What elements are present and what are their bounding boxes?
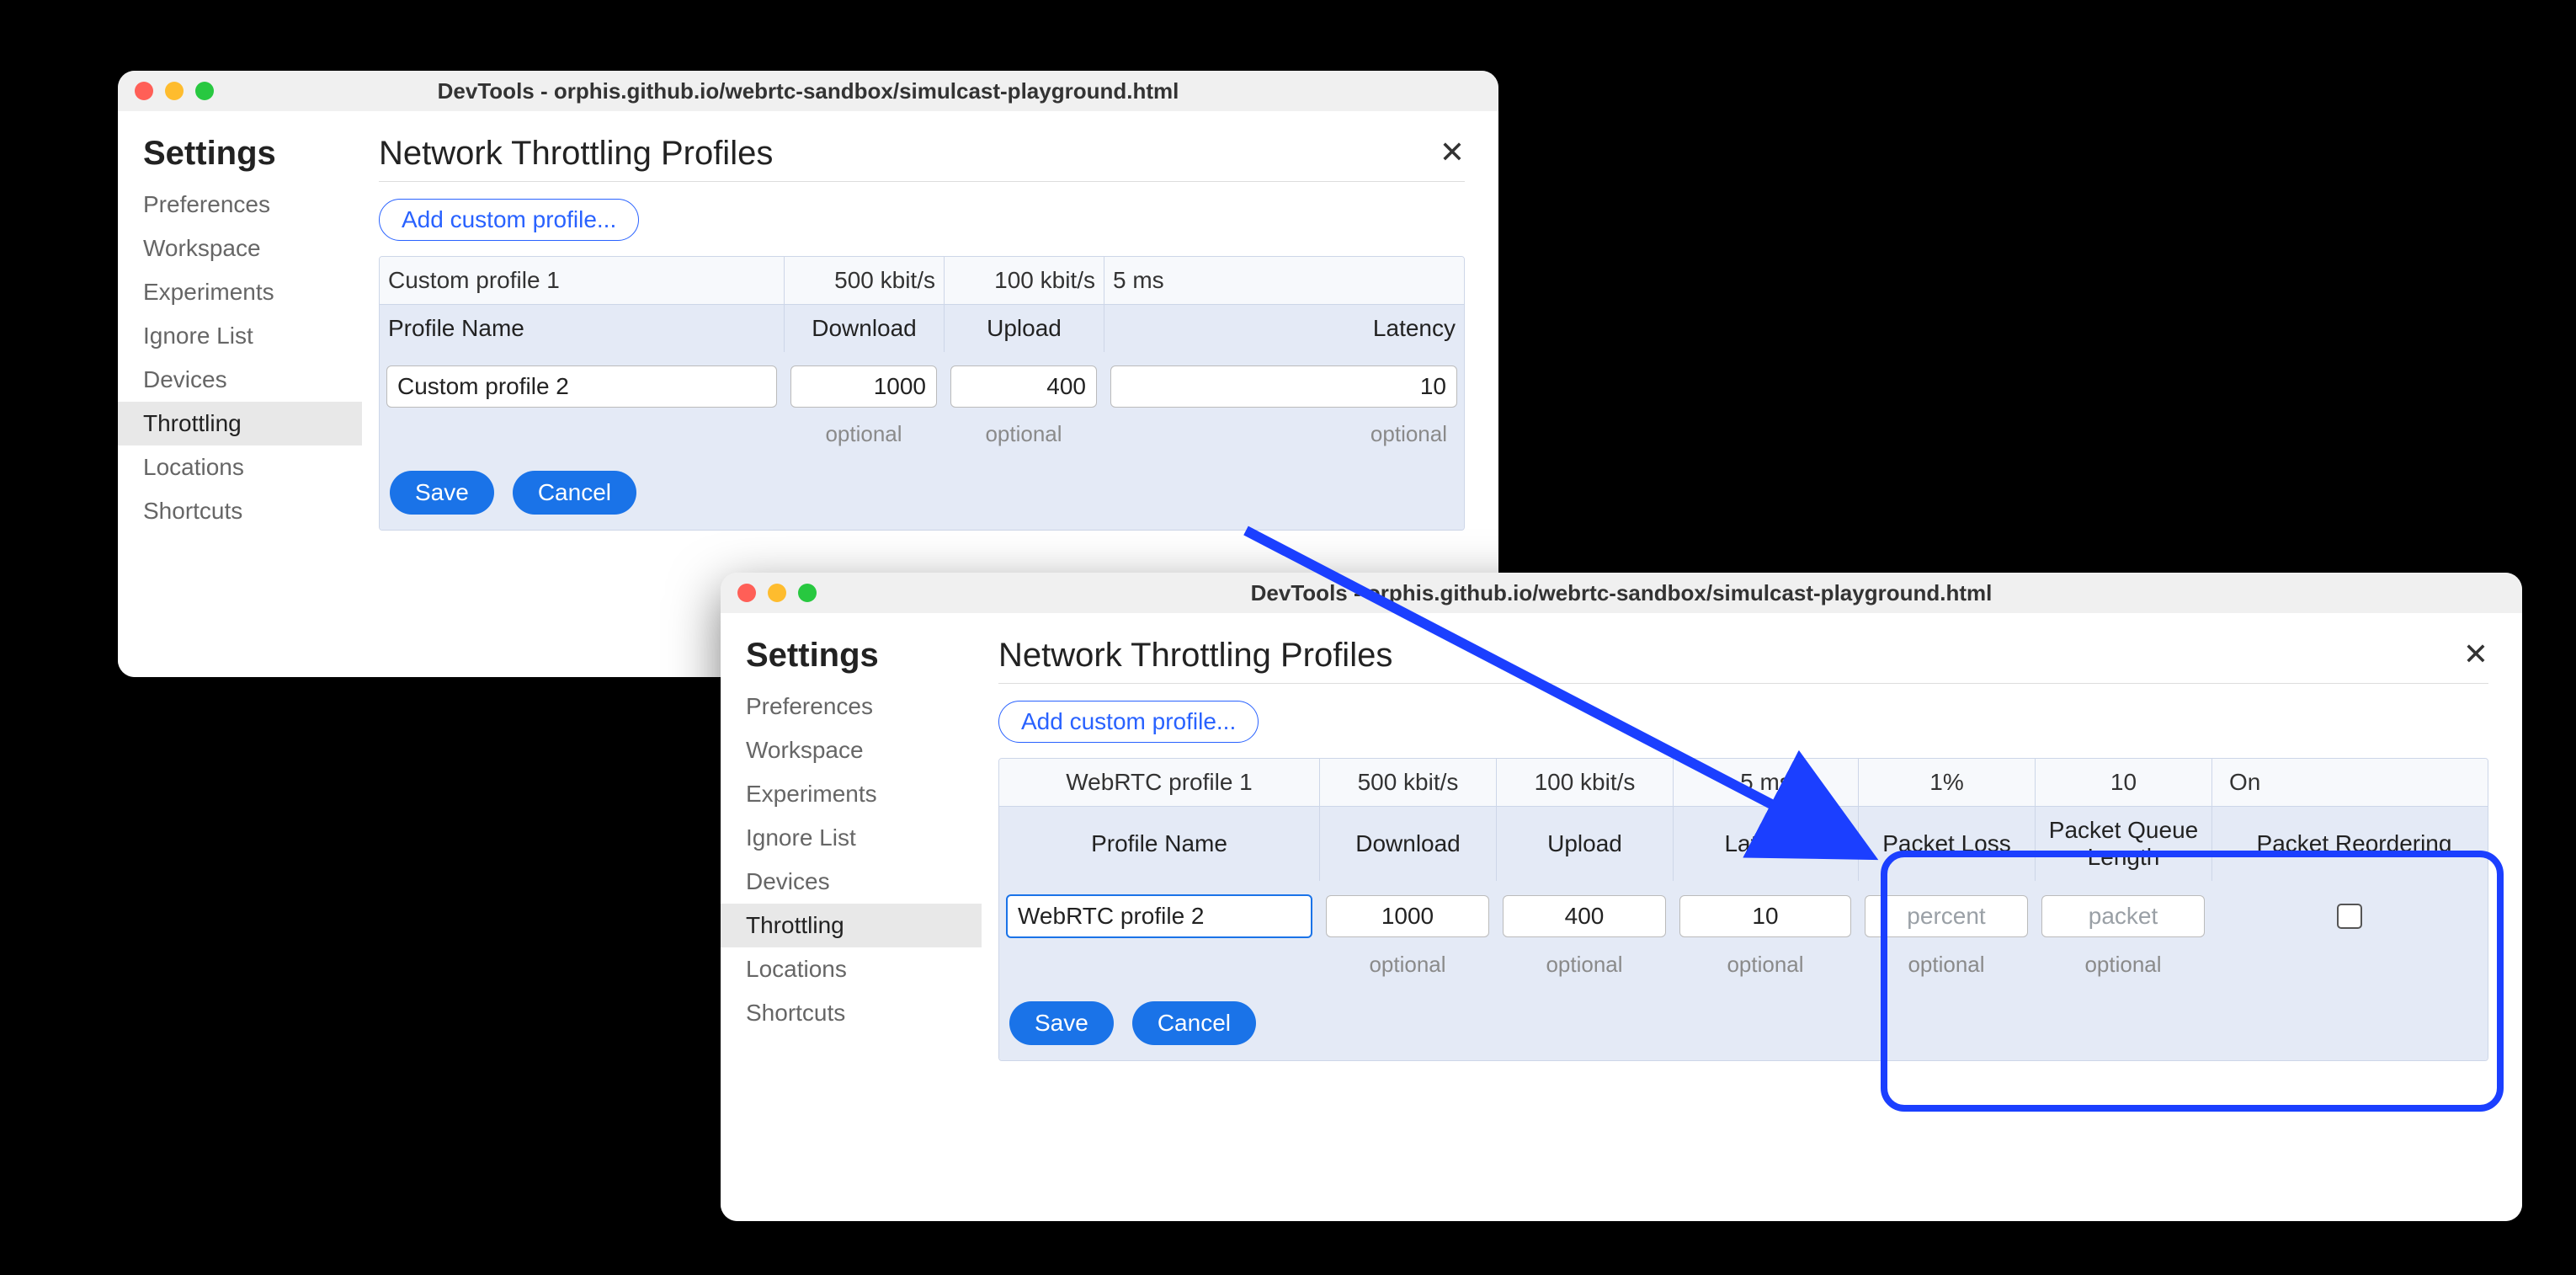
col-profile-name: Profile Name [380, 305, 784, 352]
page-title: Network Throttling Profiles [379, 135, 1465, 182]
save-button[interactable]: Save [1009, 1001, 1114, 1045]
sidebar-item-locations[interactable]: Locations [721, 947, 982, 991]
sidebar-item-shortcuts[interactable]: Shortcuts [118, 489, 362, 533]
sidebar-item-ignore-list[interactable]: Ignore List [721, 816, 982, 860]
settings-sidebar: Settings Preferences Workspace Experimen… [118, 111, 362, 677]
sidebar-item-preferences[interactable]: Preferences [721, 685, 982, 728]
sidebar-item-locations[interactable]: Locations [118, 445, 362, 489]
sidebar-item-ignore-list[interactable]: Ignore List [118, 314, 362, 358]
col-packet-reordering: Packet Reordering [2211, 807, 2488, 881]
profiles-table: Custom profile 1 500 kbit/s 100 kbit/s 5… [379, 256, 1465, 531]
devtools-window-after: DevTools - orphis.github.io/webrtc-sandb… [721, 573, 2522, 1221]
edit-actions: Save Cancel [999, 990, 2488, 1060]
profiles-table: WebRTC profile 1 500 kbit/s 100 kbit/s 5… [998, 758, 2488, 1061]
sidebar-item-workspace[interactable]: Workspace [118, 227, 362, 270]
cell-latency: 5 ms [1673, 759, 1858, 806]
latency-input[interactable] [1110, 365, 1457, 408]
hint-optional: optional [784, 418, 944, 459]
packet-reordering-checkbox[interactable] [2337, 904, 2362, 929]
cell-packet-reordering: On [2211, 759, 2488, 806]
cancel-button[interactable]: Cancel [1132, 1001, 1256, 1045]
col-upload: Upload [1496, 807, 1673, 881]
titlebar: DevTools - orphis.github.io/webrtc-sandb… [118, 71, 1498, 111]
sidebar-item-experiments[interactable]: Experiments [721, 772, 982, 816]
cancel-button[interactable]: Cancel [513, 471, 636, 515]
sidebar-item-shortcuts[interactable]: Shortcuts [721, 991, 982, 1035]
window-title: DevTools - orphis.github.io/webrtc-sandb… [721, 580, 2522, 606]
col-latency: Latency [1673, 807, 1858, 881]
download-input[interactable] [790, 365, 937, 408]
col-upload: Upload [944, 305, 1104, 352]
sidebar-item-preferences[interactable]: Preferences [118, 183, 362, 227]
settings-heading: Settings [721, 637, 982, 685]
cell-profile-name: Custom profile 1 [380, 257, 784, 304]
hint-optional: optional [1858, 948, 2035, 990]
table-header-row: Profile Name Download Upload Latency [380, 305, 1464, 352]
col-packet-loss: Packet Loss [1858, 807, 2035, 881]
sidebar-item-throttling[interactable]: Throttling [721, 904, 982, 947]
cell-packet-queue-length: 10 [2035, 759, 2211, 806]
latency-input[interactable] [1679, 895, 1851, 937]
cell-packet-loss: 1% [1858, 759, 2035, 806]
sidebar-item-devices[interactable]: Devices [721, 860, 982, 904]
cell-profile-name: WebRTC profile 1 [999, 759, 1319, 806]
cell-upload: 100 kbit/s [1496, 759, 1673, 806]
add-custom-profile-button[interactable]: Add custom profile... [998, 701, 1259, 743]
table-row[interactable]: WebRTC profile 1 500 kbit/s 100 kbit/s 5… [999, 759, 2488, 807]
profile-name-input[interactable] [386, 365, 777, 408]
packet-queue-input[interactable] [2041, 895, 2205, 937]
table-row[interactable]: Custom profile 1 500 kbit/s 100 kbit/s 5… [380, 257, 1464, 305]
col-profile-name: Profile Name [999, 807, 1319, 881]
upload-input[interactable] [950, 365, 1097, 408]
hint-optional: optional [1496, 948, 1673, 990]
upload-input[interactable] [1503, 895, 1666, 937]
sidebar-item-workspace[interactable]: Workspace [721, 728, 982, 772]
cell-latency: 5 ms [1104, 257, 1464, 304]
sidebar-item-experiments[interactable]: Experiments [118, 270, 362, 314]
page-title: Network Throttling Profiles [998, 637, 2488, 684]
add-custom-profile-button[interactable]: Add custom profile... [379, 199, 639, 241]
col-download: Download [784, 305, 944, 352]
col-latency: Latency [1104, 305, 1464, 352]
cell-download: 500 kbit/s [784, 257, 944, 304]
edit-actions: Save Cancel [380, 459, 1464, 530]
table-hints-row: optional optional optional optional opti… [999, 948, 2488, 990]
table-hints-row: optional optional optional [380, 418, 1464, 459]
save-button[interactable]: Save [390, 471, 494, 515]
settings-heading: Settings [118, 135, 362, 183]
col-download: Download [1319, 807, 1496, 881]
close-icon[interactable]: ✕ [1440, 135, 1465, 170]
sidebar-item-throttling[interactable]: Throttling [118, 402, 362, 445]
settings-sidebar: Settings Preferences Workspace Experimen… [721, 613, 982, 1221]
window-title: DevTools - orphis.github.io/webrtc-sandb… [118, 78, 1498, 104]
profile-name-input[interactable] [1006, 894, 1312, 938]
sidebar-item-devices[interactable]: Devices [118, 358, 362, 402]
cell-upload: 100 kbit/s [944, 257, 1104, 304]
hint-optional: optional [1673, 948, 1858, 990]
cell-download: 500 kbit/s [1319, 759, 1496, 806]
table-header-row: Profile Name Download Upload Latency Pac… [999, 807, 2488, 881]
close-icon[interactable]: ✕ [2463, 637, 2488, 672]
hint-optional: optional [1104, 418, 1464, 459]
packet-loss-input[interactable] [1865, 895, 2028, 937]
table-edit-row [380, 352, 1464, 418]
download-input[interactable] [1326, 895, 1489, 937]
hint-optional: optional [2035, 948, 2211, 990]
hint-optional: optional [944, 418, 1104, 459]
main-panel: ✕ Network Throttling Profiles Add custom… [982, 613, 2522, 1221]
col-packet-queue-length: Packet Queue Length [2035, 807, 2211, 881]
titlebar: DevTools - orphis.github.io/webrtc-sandb… [721, 573, 2522, 613]
table-edit-row [999, 881, 2488, 948]
hint-optional: optional [1319, 948, 1496, 990]
